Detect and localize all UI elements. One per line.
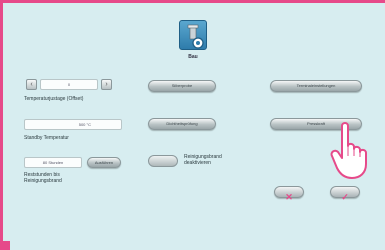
terminal-settings-button[interactable]: Terminaleinstellungen <box>270 80 362 92</box>
remaining-hours-field[interactable]: 80 Stunden <box>24 157 82 168</box>
remaining-hours-label: Reststunden bis Reinigungsbrand <box>24 172 62 184</box>
standby-temperature-label: Standby Temperatur <box>24 135 69 141</box>
vacuum-test-button[interactable]: Dichtheitsprüfung <box>148 118 216 130</box>
standby-temperature-field[interactable]: 500 °C <box>24 119 122 130</box>
decrement-button[interactable]: ‹ <box>26 79 37 90</box>
increment-icon: › <box>105 81 108 88</box>
execute-button-label: Ausführen <box>94 160 114 165</box>
cancel-button[interactable]: ✕ <box>274 186 304 202</box>
increment-button[interactable]: › <box>101 79 112 90</box>
silver-test-button[interactable]: Silberprobe <box>148 80 216 92</box>
standby-temperature-value: 500 °C <box>78 122 91 127</box>
confirm-button[interactable]: ✓ <box>330 186 360 202</box>
cleaning-toggle-label: Reinigungsbrand deaktivieren <box>184 154 222 166</box>
pointing-hand-icon <box>330 118 380 187</box>
corner-marker <box>0 241 10 250</box>
check-icon: ✓ <box>341 192 349 202</box>
close-icon: ✕ <box>285 192 293 202</box>
remaining-hours-value: 80 Stunden <box>42 160 64 165</box>
preset-label: Presskraft <box>306 121 325 126</box>
furnace-tool-icon <box>179 20 207 50</box>
temperature-offset-field[interactable]: 0 <box>40 79 98 90</box>
cleaning-toggle[interactable] <box>148 155 178 167</box>
temperature-offset-value: 0 <box>67 82 71 87</box>
vacuum-test-label: Dichtheitsprüfung <box>166 121 198 126</box>
terminal-settings-label: Terminaleinstellungen <box>296 83 336 88</box>
temperature-offset-label: Temperaturjustage (Offset) <box>24 96 84 102</box>
execute-button[interactable]: Ausführen <box>87 157 121 168</box>
decrement-icon: ‹ <box>30 81 33 88</box>
silver-test-label: Silberprobe <box>171 83 193 88</box>
header-label: Bau <box>188 54 198 60</box>
